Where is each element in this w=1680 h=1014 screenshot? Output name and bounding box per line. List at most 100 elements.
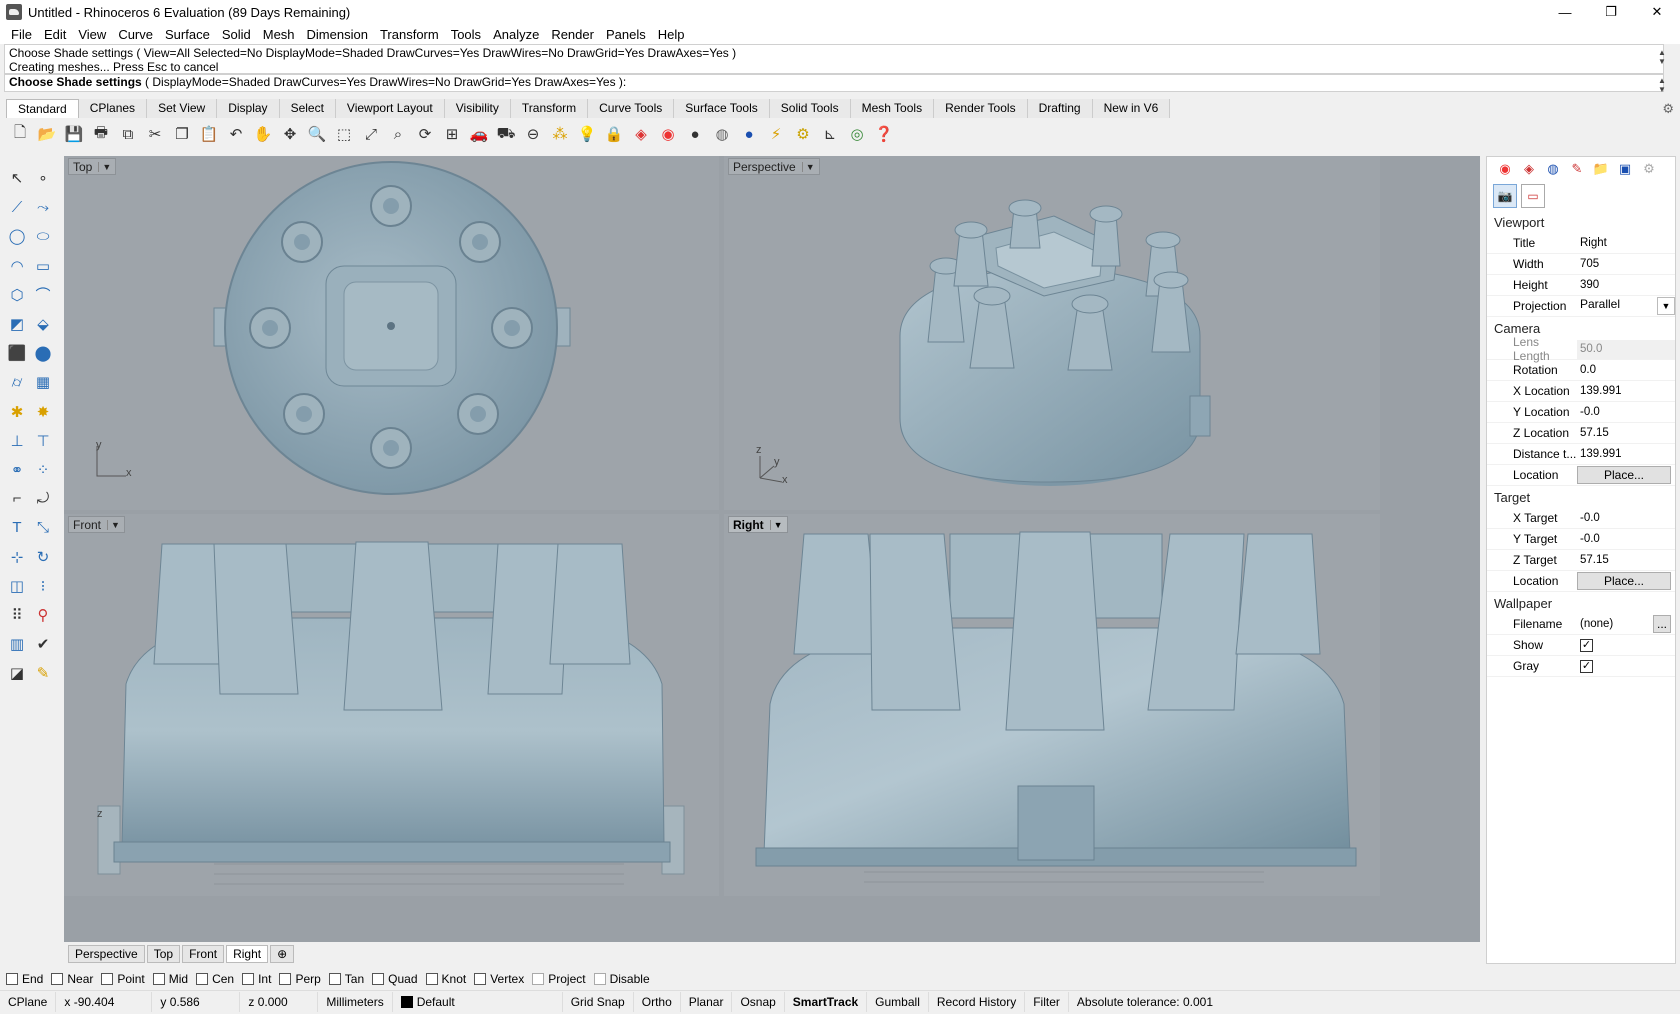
status-cplane[interactable]: CPlane bbox=[0, 991, 57, 1012]
tab-standard[interactable]: Standard bbox=[6, 99, 79, 118]
osnap-mid[interactable]: Mid bbox=[152, 972, 188, 986]
menu-solid[interactable]: Solid bbox=[216, 27, 257, 42]
minimize-button[interactable]: — bbox=[1542, 0, 1588, 24]
tab-display[interactable]: Display bbox=[217, 99, 280, 118]
command-history[interactable]: Choose Shade settings ( View=All Selecte… bbox=[4, 44, 1664, 74]
boolean-icon[interactable]: ⚭ bbox=[5, 458, 29, 482]
projection-select[interactable]: Parallel ▼ bbox=[1577, 297, 1675, 315]
layer-icon[interactable]: ◈ bbox=[629, 122, 653, 146]
rectangle-icon[interactable]: ▭ bbox=[31, 254, 55, 278]
new-file-icon[interactable]: 🗋 bbox=[8, 122, 32, 146]
fillet-curve-icon[interactable]: ⌒ bbox=[31, 283, 55, 307]
car-icon[interactable]: 🚗 bbox=[467, 122, 491, 146]
viewport-label-perspective[interactable]: Perspective ▼ bbox=[728, 158, 820, 175]
menu-mesh[interactable]: Mesh bbox=[257, 27, 301, 42]
zoom-extents-icon[interactable]: ⤢ bbox=[359, 122, 383, 146]
status-smarttrack[interactable]: SmartTrack bbox=[785, 991, 868, 1012]
menu-tools[interactable]: Tools bbox=[445, 27, 487, 42]
status-gumball[interactable]: Gumball bbox=[867, 991, 929, 1012]
z-target-field[interactable]: 57.15 bbox=[1577, 551, 1675, 570]
tab-new-in-v6[interactable]: New in V6 bbox=[1092, 99, 1171, 118]
menu-render[interactable]: Render bbox=[545, 27, 600, 42]
rotate-icon[interactable]: ↻ bbox=[31, 545, 55, 569]
viewport-perspective[interactable]: Perspective ▼ z y x bbox=[724, 156, 1380, 510]
target-place-button[interactable]: Place... bbox=[1577, 572, 1671, 590]
tab-solid-tools[interactable]: Solid Tools bbox=[769, 99, 851, 118]
open-folder-icon[interactable]: 📂 bbox=[35, 122, 59, 146]
osnap-project[interactable]: Project bbox=[532, 972, 586, 986]
gray-checkbox[interactable]: ✓ bbox=[1580, 659, 1593, 673]
render-icon[interactable]: ◪ bbox=[5, 661, 29, 685]
viewport-tab-right[interactable]: Right bbox=[226, 944, 269, 963]
osnap-perp[interactable]: Perp bbox=[279, 972, 321, 986]
cylinder-icon[interactable]: ⌭ bbox=[5, 371, 29, 395]
menu-curve[interactable]: Curve bbox=[112, 27, 159, 42]
osnap-vertex[interactable]: Vertex bbox=[474, 972, 524, 986]
tab-visibility[interactable]: Visibility bbox=[444, 99, 511, 118]
curve-icon[interactable]: ⤳ bbox=[31, 195, 55, 219]
move-icon[interactable]: ⊹ bbox=[5, 545, 29, 569]
menu-file[interactable]: File bbox=[5, 27, 38, 42]
four-viewports-icon[interactable]: ⊞ bbox=[440, 122, 464, 146]
color-wheel-tab-icon[interactable]: ◉ bbox=[1493, 158, 1517, 180]
offset-icon[interactable]: ⤾ bbox=[31, 487, 55, 511]
select-points-icon[interactable]: ⁂ bbox=[548, 122, 572, 146]
viewport-right[interactable]: Right ▼ bbox=[724, 514, 1380, 896]
tab-surface-tools[interactable]: Surface Tools bbox=[674, 99, 770, 118]
status-planar[interactable]: Planar bbox=[681, 991, 733, 1012]
x-target-field[interactable]: -0.0 bbox=[1577, 509, 1675, 528]
browse-button[interactable]: ... bbox=[1653, 615, 1671, 633]
render-sphere-icon[interactable]: ◍ bbox=[710, 122, 734, 146]
tab-mesh-tools[interactable]: Mesh Tools bbox=[850, 99, 935, 118]
status-record-history[interactable]: Record History bbox=[929, 991, 1026, 1012]
osnap-end[interactable]: End bbox=[6, 972, 43, 986]
osnap-near[interactable]: Near bbox=[51, 972, 93, 986]
wallpaper-icon[interactable]: ▭ bbox=[1521, 184, 1545, 208]
viewport-tab-top[interactable]: Top bbox=[146, 944, 181, 963]
osnap-tan[interactable]: Tan bbox=[328, 972, 364, 986]
array-icon[interactable]: ⁝ bbox=[31, 574, 55, 598]
tab-viewport-layout[interactable]: Viewport Layout bbox=[335, 99, 445, 118]
pan-hand-icon[interactable]: ✋ bbox=[251, 122, 275, 146]
tab-transform[interactable]: Transform bbox=[510, 99, 589, 118]
distance-field[interactable]: 139.991 bbox=[1577, 445, 1675, 464]
transform-box-icon[interactable]: ◫ bbox=[5, 574, 29, 598]
paint-icon[interactable]: ✎ bbox=[31, 661, 55, 685]
polygon-icon[interactable]: ⬡ bbox=[5, 283, 29, 307]
status-filter[interactable]: Filter bbox=[1025, 991, 1069, 1012]
x-location-field[interactable]: 139.991 bbox=[1577, 382, 1675, 401]
viewport-tab-perspective[interactable]: Perspective bbox=[68, 944, 145, 963]
copy-icon[interactable]: ❐ bbox=[170, 122, 194, 146]
status-osnap[interactable]: Osnap bbox=[732, 991, 785, 1012]
export-icon[interactable]: ⧉ bbox=[116, 122, 140, 146]
box-icon[interactable]: ⬛ bbox=[5, 341, 29, 365]
filename-field[interactable]: (none) bbox=[1577, 615, 1653, 634]
chevron-down-icon[interactable]: ▼ bbox=[1657, 297, 1675, 315]
menu-dimension[interactable]: Dimension bbox=[301, 27, 374, 42]
rotation-field[interactable]: 0.0 bbox=[1577, 361, 1675, 380]
cplane-icon[interactable]: ⊖ bbox=[521, 122, 545, 146]
paste-icon[interactable]: 📋 bbox=[197, 122, 221, 146]
undo-icon[interactable]: ↶ bbox=[224, 122, 248, 146]
menu-panels[interactable]: Panels bbox=[600, 27, 652, 42]
libraries-tab-icon[interactable]: 📁 bbox=[1589, 158, 1613, 180]
grid-array-icon[interactable]: ⠿ bbox=[5, 603, 29, 627]
osnap-disable[interactable]: Disable bbox=[593, 972, 650, 986]
y-location-field[interactable]: -0.0 bbox=[1577, 403, 1675, 422]
surface-corner-icon[interactable]: ◩ bbox=[5, 312, 29, 336]
menu-help[interactable]: Help bbox=[652, 27, 691, 42]
add-viewport-icon[interactable]: ⊕ bbox=[270, 944, 295, 963]
show-checkbox[interactable]: ✓ bbox=[1580, 638, 1593, 652]
extrude-icon[interactable]: ⬙ bbox=[31, 312, 55, 336]
history-scroll-arrows[interactable]: ▲ ▼ bbox=[1656, 48, 1668, 66]
viewport-label-top[interactable]: Top ▼ bbox=[68, 158, 117, 175]
tab-set-view[interactable]: Set View bbox=[147, 99, 218, 118]
sphere-icon[interactable]: ⬤ bbox=[31, 341, 55, 365]
dimension-icon[interactable]: ⊾ bbox=[818, 122, 842, 146]
chevron-down-icon[interactable]: ▼ bbox=[769, 519, 783, 530]
dimension-tool-icon[interactable]: ⤡ bbox=[31, 516, 55, 540]
ellipse-icon[interactable]: ⬭ bbox=[31, 225, 55, 249]
camera-place-button[interactable]: Place... bbox=[1577, 466, 1671, 484]
viewport-tab-front[interactable]: Front bbox=[182, 944, 225, 963]
osnap-point[interactable]: Point bbox=[101, 972, 145, 986]
